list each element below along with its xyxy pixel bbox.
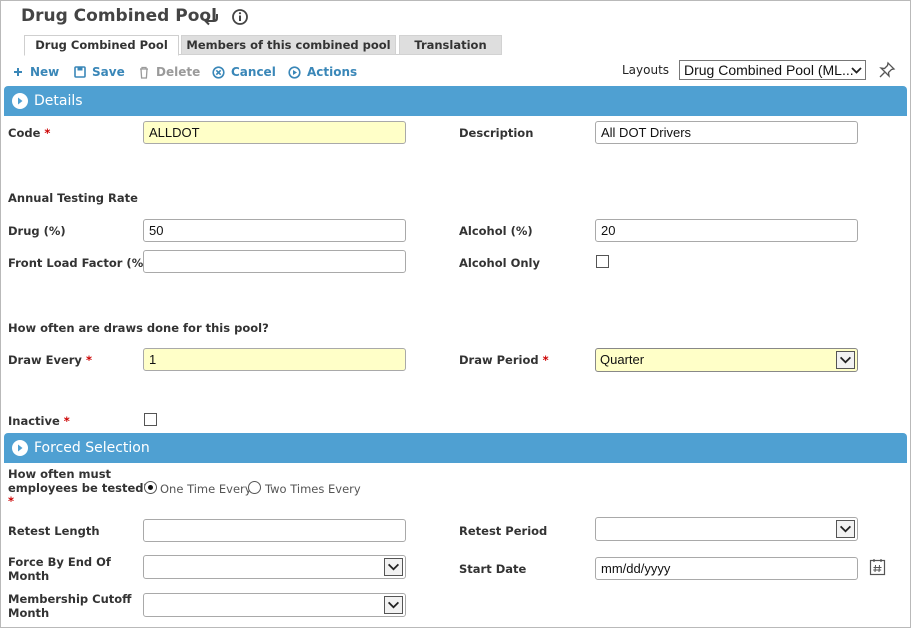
details-section-header[interactable]: Details (4, 86, 907, 116)
force-by-end-label-line2: Month (8, 569, 50, 583)
cancel-button[interactable]: Cancel (212, 64, 276, 80)
front-load-factor-input[interactable] (143, 250, 406, 273)
drug-percent-input[interactable]: 50 (143, 219, 406, 242)
delete-button-label: Delete (156, 65, 201, 79)
draws-heading: How often are draws done for this pool? (8, 321, 269, 335)
required-marker: * (44, 126, 51, 140)
retest-period-label: Retest Period (459, 524, 548, 538)
front-load-factor-label: Front Load Factor (%) (8, 256, 149, 270)
alcohol-only-checkbox[interactable] (596, 255, 609, 268)
membership-cutoff-label-line2: Month (8, 606, 50, 620)
retest-period-select[interactable] (595, 517, 858, 541)
layout-select[interactable]: Drug Combined Pool (ML... (679, 60, 866, 80)
required-marker: * (85, 353, 92, 367)
how-often-label-line1: How often must (8, 467, 112, 481)
membership-cutoff-select[interactable] (143, 593, 406, 617)
required-marker: * (63, 414, 70, 428)
expand-circle-icon (12, 93, 28, 109)
draw-period-value: Quarter (600, 352, 645, 367)
save-button[interactable]: Save (74, 64, 125, 80)
layouts-label: Layouts (622, 63, 670, 77)
undo-arrow-icon[interactable] (202, 8, 220, 26)
chevron-down-icon (836, 351, 855, 369)
alcohol-percent-label: Alcohol (%) (459, 224, 533, 238)
cancel-button-label: Cancel (231, 65, 276, 79)
floppy-disk-icon (74, 66, 86, 78)
draw-period-label: Draw Period * (459, 353, 549, 367)
required-marker: * (8, 494, 15, 508)
description-input[interactable]: All DOT Drivers (595, 121, 858, 144)
trash-icon (140, 66, 148, 79)
info-icon[interactable] (231, 8, 249, 26)
forced-selection-section-header[interactable]: Forced Selection (4, 433, 907, 463)
chevron-down-icon (384, 596, 403, 614)
how-often-label-line2: employees be tested? (8, 481, 151, 495)
forced-selection-section-title: Forced Selection (34, 440, 150, 456)
code-label: Code * (8, 126, 50, 140)
draw-period-label-text: Draw Period (459, 353, 539, 367)
page-title: Drug Combined Pool (21, 6, 217, 26)
one-time-every-radio[interactable] (144, 481, 157, 494)
expand-circle-icon (12, 440, 28, 456)
tab-translation[interactable]: Translation (399, 35, 502, 55)
delete-button[interactable]: Delete (138, 64, 200, 80)
actions-button[interactable]: Actions (288, 64, 357, 80)
save-button-label: Save (92, 65, 125, 79)
retest-length-label: Retest Length (8, 524, 100, 538)
calendar-icon[interactable] (869, 558, 886, 576)
draw-every-label-text: Draw Every (8, 353, 82, 367)
code-input[interactable]: ALLDOT (143, 121, 406, 144)
tab-drug-combined-pool[interactable]: Drug Combined Pool (24, 35, 179, 56)
inactive-label-text: Inactive (8, 414, 60, 428)
tab-members[interactable]: Members of this combined pool (181, 35, 396, 55)
inactive-checkbox[interactable] (144, 413, 157, 426)
one-time-every-label: One Time Every (160, 482, 252, 496)
force-by-end-select[interactable] (143, 555, 406, 579)
draw-period-select[interactable]: Quarter (595, 348, 858, 372)
actions-button-label: Actions (307, 65, 358, 79)
code-label-text: Code (8, 126, 41, 140)
annual-testing-rate-heading: Annual Testing Rate (8, 191, 138, 205)
membership-cutoff-label-line1: Membership Cutoff (8, 592, 132, 606)
drug-percent-label: Drug (%) (8, 224, 66, 238)
alcohol-percent-input[interactable]: 20 (595, 219, 858, 242)
chevron-down-icon (851, 67, 862, 74)
chevron-down-icon (384, 558, 403, 576)
start-date-label: Start Date (459, 562, 527, 576)
required-marker: * (542, 353, 549, 367)
draw-every-input[interactable]: 1 (143, 348, 406, 371)
play-circle-icon (288, 65, 301, 79)
two-times-every-label: Two Times Every (265, 482, 361, 496)
layout-select-value: Drug Combined Pool (ML... (684, 62, 854, 78)
force-by-end-label-line1: Force By End Of (8, 555, 111, 569)
new-button[interactable]: New (12, 64, 59, 80)
draw-every-label: Draw Every * (8, 353, 92, 367)
retest-length-input[interactable] (143, 519, 406, 542)
description-label: Description (459, 126, 534, 140)
new-button-label: New (30, 65, 60, 79)
inactive-label: Inactive * (8, 414, 70, 428)
plus-icon (14, 68, 22, 76)
cancel-circle-icon (212, 65, 225, 79)
details-section-title: Details (34, 93, 83, 109)
chevron-down-icon (836, 520, 855, 538)
pin-icon[interactable] (878, 61, 896, 79)
two-times-every-radio[interactable] (248, 481, 261, 494)
start-date-input[interactable]: mm/dd/yyyy (595, 557, 858, 580)
alcohol-only-label: Alcohol Only (459, 256, 540, 270)
